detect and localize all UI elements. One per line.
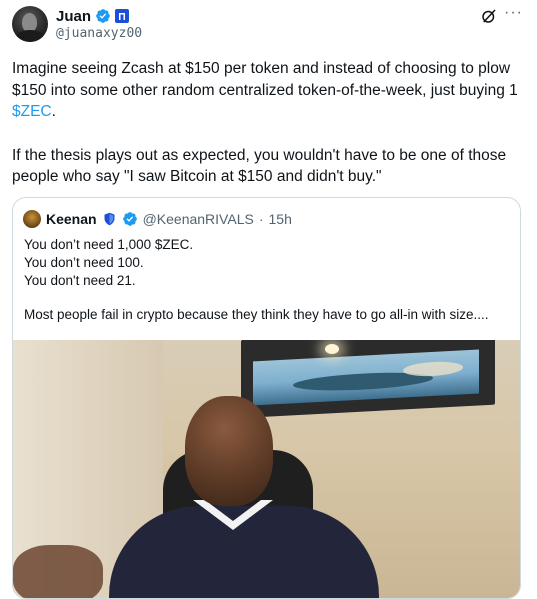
quote-header: Keenan @KeenanRIVALS · 15h [23,210,292,228]
person-head [185,396,273,506]
quote-timestamp[interactable]: 15h [269,211,292,227]
tweet-paragraph-1: Imagine seeing Zcash at $150 per token a… [12,60,518,120]
more-icon[interactable]: ··· [504,5,522,24]
verified-badge-icon [96,9,110,23]
shield-icon [104,212,115,226]
affiliate-badge-icon [115,9,130,23]
author-handle[interactable]: @juanaxyz00 [56,26,142,41]
wall-lamp [325,344,339,354]
tweet-paragraph-2: If the thesis plays out as expected, you… [12,146,507,186]
cashtag-link[interactable]: $ZEC [12,103,52,120]
quote-author-handle[interactable]: @KeenanRIVALS [143,211,254,227]
grok-icon[interactable] [480,7,498,25]
author-name[interactable]: Juan [56,8,91,25]
quote-author-avatar[interactable] [23,210,41,228]
verified-badge-icon [122,212,137,226]
quote-author-name[interactable]: Keenan [46,211,97,227]
person-hand [13,545,103,598]
quote-text: You don’t need 1,000 $ZEC. You don’t nee… [24,236,514,324]
framed-picture [241,340,495,418]
author-name-row: Juan [56,6,130,26]
quoted-tweet[interactable]: Keenan @KeenanRIVALS · 15h You don’t nee… [12,197,521,599]
quote-separator: · [258,211,264,227]
tweet-text: Imagine seeing Zcash at $150 per token a… [12,58,528,188]
quote-line: Most people fail in crypto because they … [24,307,489,322]
quote-line: You don’t need 100. [24,255,144,270]
quote-line: You don’t need 1,000 $ZEC. [24,237,194,252]
quote-line: You don't need 21. [24,273,136,288]
author-avatar[interactable] [12,6,48,42]
quote-video-thumbnail[interactable] [13,340,520,598]
